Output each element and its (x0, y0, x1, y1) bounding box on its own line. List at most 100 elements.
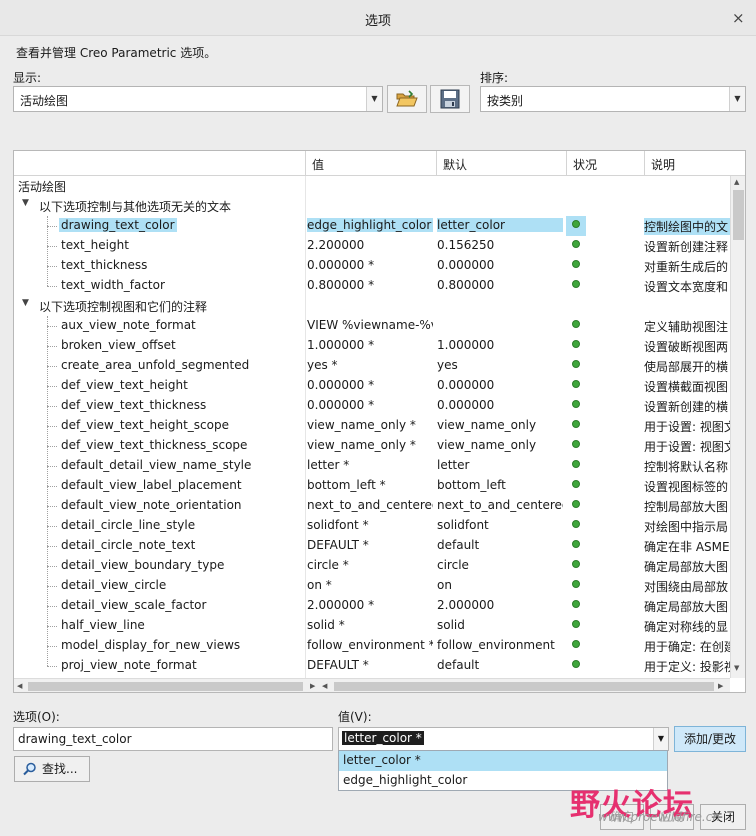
tree-row[interactable]: def_view_text_thickness 0.000000 * 0.00000… (14, 396, 730, 416)
tree-row[interactable]: default_view_label_placement bottom_left … (14, 476, 730, 496)
scrollbar-thumb-right[interactable] (334, 682, 714, 691)
scroll-left-icon[interactable]: ◀ (322, 682, 327, 690)
options-tree-table[interactable]: 值 默认 状况 说明 活动绘图 ▼ 以下选项控制与其他选项无关的文本 drawing… (13, 150, 746, 693)
scrollbar-thumb-left[interactable] (28, 682, 303, 691)
column-header-value[interactable]: 值 (305, 151, 436, 176)
tree-connector (47, 386, 57, 387)
tree-row[interactable]: broken_view_offset 1.000000 * 1.000000 设置破断… (14, 336, 730, 356)
status-dot-icon (566, 376, 586, 396)
tree-row[interactable]: text_height 2.200000 0.156250 设置新创建注释 (14, 236, 730, 256)
tree-connector (47, 646, 57, 647)
option-value: yes * (307, 358, 338, 372)
option-input[interactable]: drawing_text_color (13, 727, 333, 751)
option-name: def_view_text_thickness (61, 398, 207, 412)
tree-root[interactable]: 活动绘图 (14, 176, 730, 196)
watermark-url: www.proewildfire.cn (598, 810, 720, 824)
option-default: view_name_only (437, 418, 537, 432)
status-dot-icon (566, 616, 586, 636)
tree-row[interactable]: default_view_note_orientation next_to_and… (14, 496, 730, 516)
tree-row[interactable]: create_area_unfold_segmented yes * yes 使局部展… (14, 356, 730, 376)
expand-arrow-icon[interactable]: ▼ (22, 298, 29, 308)
tree-connector (47, 226, 57, 227)
vertical-scrollbar[interactable]: ▲ ▼ (730, 176, 745, 678)
horizontal-scrollbar[interactable]: ◀ ▶ ◀ ▶ (14, 678, 730, 692)
sort-select[interactable]: 按类别 ▼ (480, 86, 746, 112)
tree-row[interactable]: detail_view_scale_factor 2.000000 * 2.0000… (14, 596, 730, 616)
display-select[interactable]: 活动绘图 ▼ (13, 86, 383, 112)
tree-row[interactable]: detail_circle_note_text DEFAULT * default 确… (14, 536, 730, 556)
option-default: solid (437, 618, 465, 632)
add-change-button[interactable]: 添加/更改 (674, 726, 746, 752)
chevron-down-icon[interactable]: ▼ (366, 87, 382, 111)
option-default: next_to_and_centered (437, 498, 563, 512)
tree-row[interactable]: text_width_factor 0.800000 * 0.800000 设置文本宽… (14, 276, 730, 296)
tree-row[interactable]: detail_circle_line_style solidfont * solid… (14, 516, 730, 536)
tree-row[interactable]: default_detail_view_name_style letter * le… (14, 456, 730, 476)
tree-row[interactable]: text_thickness 0.000000 * 0.000000 对重新生成后的 (14, 256, 730, 276)
column-header-default[interactable]: 默认 (436, 151, 566, 176)
tree-row[interactable]: def_view_text_height 0.000000 * 0.000000 设置… (14, 376, 730, 396)
scroll-up-icon[interactable]: ▲ (734, 178, 739, 186)
tree-group[interactable]: ▼ 以下选项控制视图和它们的注释 (14, 296, 730, 316)
option-value: on * (307, 578, 332, 592)
option-name: text_height (61, 238, 129, 252)
option-default: bottom_left (437, 478, 506, 492)
status-dot-icon (566, 556, 586, 576)
option-value: DEFAULT * (307, 658, 369, 672)
tree-row[interactable]: model_display_for_new_views follow_enviro… (14, 636, 732, 656)
title-bar: 选项 × (0, 0, 756, 36)
display-select-value: 活动绘图 (20, 94, 69, 108)
option-default: on (437, 578, 452, 592)
tree-row[interactable]: def_view_text_thickness_scope view_name_o… (14, 436, 732, 456)
search-icon (23, 762, 36, 776)
chevron-down-icon[interactable]: ▼ (653, 728, 668, 750)
tree-group[interactable]: ▼ 以下选项控制与其他选项无关的文本 (14, 196, 730, 216)
option-default: default (437, 538, 480, 552)
tree-row[interactable]: half_view_line solid * solid 确定对称线的显 (14, 616, 730, 636)
option-input-value: drawing_text_color (18, 732, 132, 746)
sort-label: 排序: (480, 71, 509, 85)
scrollbar-thumb[interactable] (733, 190, 744, 240)
scroll-right-icon[interactable]: ▶ (310, 682, 315, 690)
status-dot-icon (566, 416, 586, 436)
option-default: default (437, 658, 480, 672)
tree-row[interactable]: detail_view_circle on * on 对围绕由局部放 (14, 576, 730, 596)
status-dot-icon (566, 496, 586, 516)
option-default: follow_environment (437, 638, 555, 652)
option-default: 0.156250 (437, 238, 495, 252)
scroll-down-icon[interactable]: ▼ (734, 664, 739, 672)
find-button[interactable]: 查找... (14, 756, 90, 782)
expand-arrow-icon[interactable]: ▼ (22, 198, 29, 208)
status-dot-icon (566, 576, 586, 596)
tree-root-label: 活动绘图 (18, 180, 67, 194)
option-description: 确定局部放大图 (644, 600, 729, 614)
option-value: view_name_only * (307, 438, 416, 452)
tree-connector (47, 546, 57, 547)
chevron-down-icon[interactable]: ▼ (729, 87, 745, 111)
description-text: 查看并管理 Creo Parametric 选项。 (16, 46, 217, 60)
tree-row[interactable]: def_view_text_height_scope view_name_only… (14, 416, 732, 436)
tree-connector (47, 606, 57, 607)
tree-row[interactable]: aux_view_note_format VIEW %viewname-%vi 定义… (14, 316, 730, 336)
column-header-description[interactable]: 说明 (644, 151, 745, 176)
option-value: DEFAULT * (307, 538, 369, 552)
tree-row[interactable]: detail_view_boundary_type circle * circle 确… (14, 556, 730, 576)
status-dot-icon (566, 536, 586, 556)
close-icon[interactable]: × (732, 9, 745, 27)
tree-row[interactable]: drawing_text_color edge_highlight_color le… (14, 216, 732, 236)
scroll-left-icon[interactable]: ◀ (17, 682, 22, 690)
scroll-right-icon[interactable]: ▶ (718, 682, 723, 690)
value-select[interactable]: letter_color * ▼ (338, 727, 669, 751)
dropdown-option[interactable]: letter_color * (339, 751, 667, 771)
option-description: 控制将默认名称 (644, 460, 729, 474)
tree-group-label: 以下选项控制视图和它们的注释 (39, 300, 208, 314)
option-description: 用于确定: 在创建 (644, 640, 732, 654)
status-dot-icon (566, 656, 586, 676)
status-dot-icon (566, 456, 586, 476)
save-button[interactable] (430, 85, 470, 113)
tree-row[interactable]: proj_view_note_format DEFAULT * default 用于定… (14, 656, 732, 676)
open-folder-button[interactable] (387, 85, 427, 113)
option-description: 确定在非 ASME (644, 540, 730, 554)
option-description: 使局部展开的横 (644, 360, 729, 374)
column-header-status[interactable]: 状况 (566, 151, 644, 176)
